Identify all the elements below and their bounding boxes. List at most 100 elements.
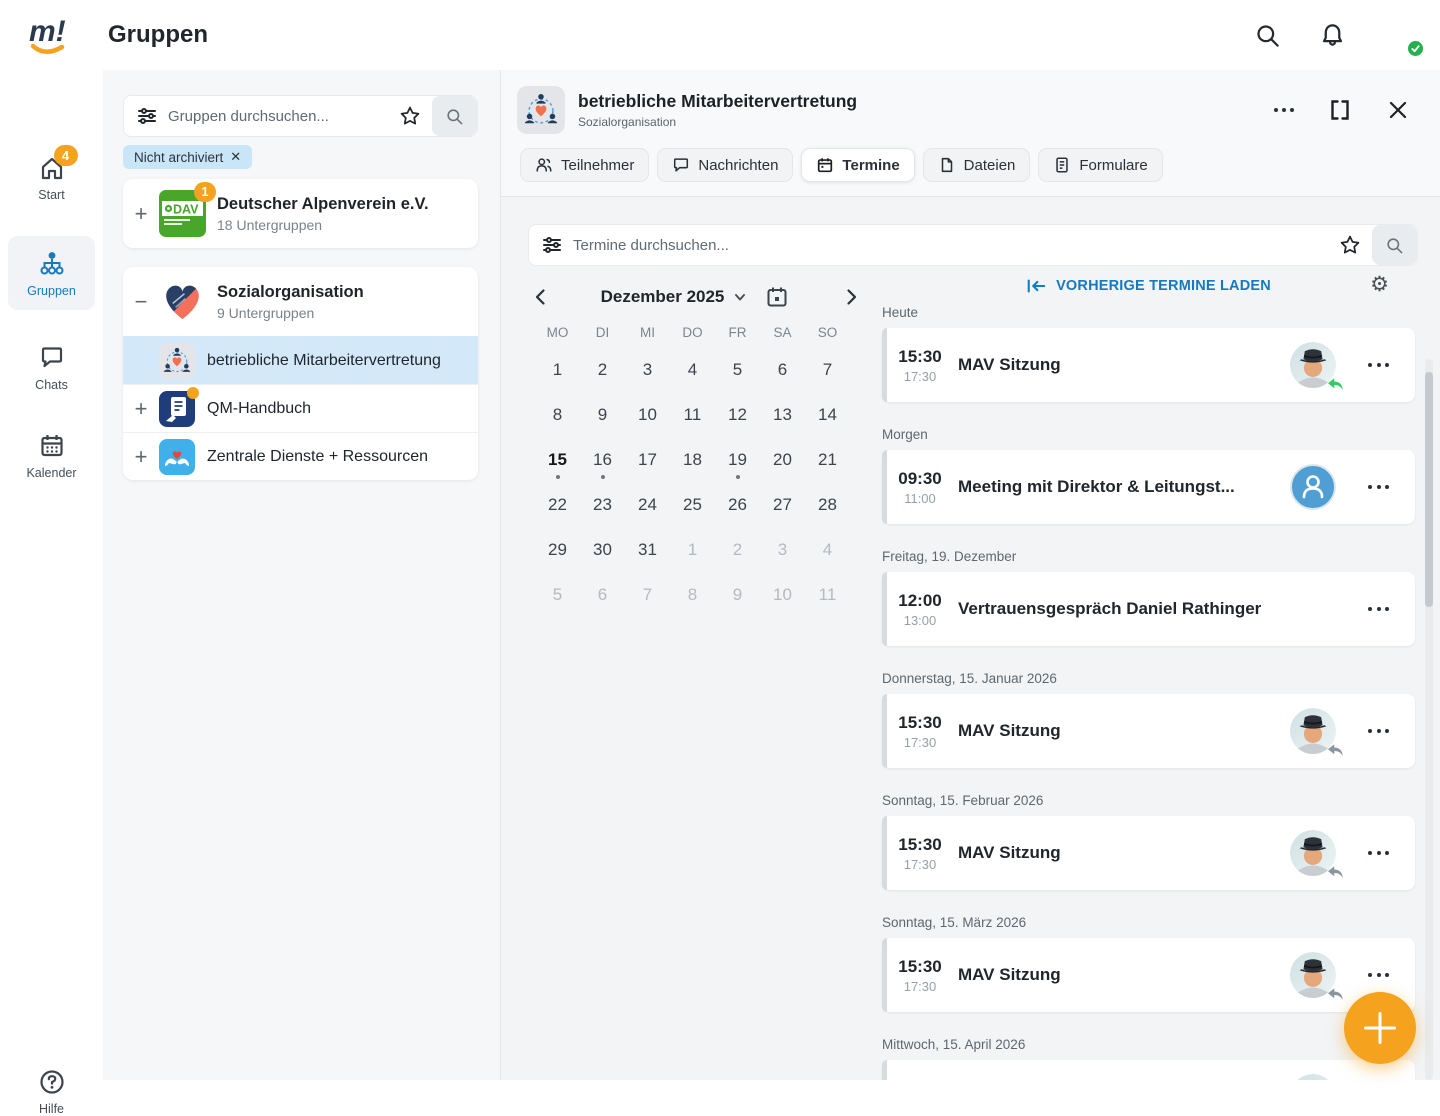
calendar-day[interactable]: 3 xyxy=(760,531,805,576)
calendar-day[interactable]: 10 xyxy=(625,396,670,441)
calendar-day[interactable]: 19 xyxy=(715,441,760,486)
calendar-day[interactable]: 11 xyxy=(670,396,715,441)
calendar-day[interactable]: 5 xyxy=(715,351,760,396)
groups-search-input[interactable] xyxy=(168,108,391,125)
calendar-day[interactable]: 14 xyxy=(805,396,850,441)
termine-search-input[interactable] xyxy=(573,237,1331,254)
add-appointment-fab[interactable] xyxy=(1344,992,1416,1064)
favorite-filter-button[interactable] xyxy=(1339,234,1361,256)
event-menu-button[interactable] xyxy=(1364,481,1393,493)
calendar-day[interactable]: 8 xyxy=(535,396,580,441)
calendar-day[interactable]: 12 xyxy=(715,396,760,441)
event-menu-button[interactable] xyxy=(1364,725,1393,737)
sidebar-item-start[interactable]: 4 Start xyxy=(0,154,103,202)
sidebar-item-gruppen[interactable]: Gruppen xyxy=(8,236,95,310)
calendar-day[interactable]: 6 xyxy=(760,351,805,396)
calendar-day[interactable]: 7 xyxy=(625,576,670,621)
calendar-month-selector[interactable]: Dezember 2025 xyxy=(601,287,748,307)
calendar-prev-button[interactable] xyxy=(528,284,554,310)
tab-dateien[interactable]: Dateien xyxy=(923,148,1031,182)
global-search-button[interactable] xyxy=(1250,18,1285,53)
detail-more-button[interactable] xyxy=(1270,104,1298,116)
subgroup-row-zentrale-dienste[interactable]: + Zentrale Dienste + Ressourcen xyxy=(123,432,478,480)
event-participant-avatar xyxy=(1290,1074,1336,1080)
event-card[interactable]: 15:30 17:30 MAV Sitzung xyxy=(882,938,1415,1012)
collapse-group-button[interactable]: − xyxy=(123,291,159,313)
calendar-day[interactable]: 5 xyxy=(535,576,580,621)
event-card[interactable]: 09:30 11:00 Meeting mit Direktor & Leitu… xyxy=(882,450,1415,524)
calendar-day[interactable]: 9 xyxy=(715,576,760,621)
group-card-dav[interactable]: + DAV 1 Deutscher Alpenverein e.V. 18 Un… xyxy=(123,179,478,248)
calendar-day[interactable]: 17 xyxy=(625,441,670,486)
termine-search-submit-button[interactable] xyxy=(1372,225,1417,265)
event-menu-button[interactable] xyxy=(1364,847,1393,859)
close-detail-button[interactable] xyxy=(1382,94,1414,126)
expand-subgroup-button[interactable]: + xyxy=(123,398,159,420)
user-avatar[interactable] xyxy=(1380,14,1422,56)
sidebar-item-chats[interactable]: Chats xyxy=(0,344,103,392)
calendar-day[interactable]: 29 xyxy=(535,531,580,576)
event-menu-button[interactable] xyxy=(1364,969,1393,981)
event-card[interactable] xyxy=(882,1060,1415,1080)
chip-close-icon[interactable]: ✕ xyxy=(230,149,241,165)
events-scrollbar[interactable] xyxy=(1425,359,1433,1080)
filter-sliders-icon[interactable] xyxy=(541,234,563,256)
sidebar-item-kalender[interactable]: Kalender xyxy=(0,432,103,480)
calendar-day[interactable]: 20 xyxy=(760,441,805,486)
event-menu-button[interactable] xyxy=(1364,359,1393,371)
events-settings-button[interactable]: ⚙ xyxy=(1370,274,1389,295)
expand-subgroup-button[interactable]: + xyxy=(123,446,159,468)
calendar-day[interactable]: 26 xyxy=(715,486,760,531)
calendar-day[interactable]: 11 xyxy=(805,576,850,621)
subgroup-row-qm-handbuch[interactable]: + QM-Handbuch xyxy=(123,384,478,432)
calendar-day[interactable]: 4 xyxy=(670,351,715,396)
event-card[interactable]: 12:00 13:00 Vertrauensgespräch Daniel Ra… xyxy=(882,572,1415,646)
calendar-day[interactable]: 8 xyxy=(670,576,715,621)
filter-sliders-icon[interactable] xyxy=(136,105,158,127)
favorite-filter-button[interactable] xyxy=(399,105,421,127)
calendar-day[interactable]: 25 xyxy=(670,486,715,531)
expand-fullscreen-button[interactable] xyxy=(1324,94,1356,126)
scrollbar-thumb[interactable] xyxy=(1425,372,1433,607)
tab-formulare[interactable]: Formulare xyxy=(1038,148,1162,182)
calendar-day[interactable]: 13 xyxy=(760,396,805,441)
tab-termine[interactable]: Termine xyxy=(801,148,914,182)
load-previous-appointments-button[interactable]: VORHERIGE TERMINE LADEN xyxy=(882,278,1415,294)
calendar-day[interactable]: 22 xyxy=(535,486,580,531)
calendar-day[interactable]: 9 xyxy=(580,396,625,441)
calendar-day[interactable]: 1 xyxy=(670,531,715,576)
calendar-day[interactable]: 6 xyxy=(580,576,625,621)
calendar-day[interactable]: 1 xyxy=(535,351,580,396)
filter-chip-not-archived[interactable]: Nicht archiviert ✕ xyxy=(123,145,252,169)
tab-teilnehmer[interactable]: Teilnehmer xyxy=(520,148,649,182)
calendar-day[interactable]: 10 xyxy=(760,576,805,621)
notifications-button[interactable] xyxy=(1315,18,1350,53)
calendar-day[interactable]: 16 xyxy=(580,441,625,486)
calendar-day[interactable]: 31 xyxy=(625,531,670,576)
tab-nachrichten[interactable]: Nachrichten xyxy=(657,148,793,182)
calendar-day[interactable]: 24 xyxy=(625,486,670,531)
calendar-day[interactable]: 2 xyxy=(580,351,625,396)
calendar-today-button[interactable] xyxy=(763,283,791,311)
calendar-day[interactable]: 3 xyxy=(625,351,670,396)
groups-search-submit-button[interactable] xyxy=(432,96,477,136)
calendar-day[interactable]: 27 xyxy=(760,486,805,531)
event-menu-button[interactable] xyxy=(1364,603,1393,615)
calendar-day[interactable]: 2 xyxy=(715,531,760,576)
event-card[interactable]: 15:30 17:30 MAV Sitzung xyxy=(882,694,1415,768)
calendar-day[interactable]: 7 xyxy=(805,351,850,396)
subgroup-row-mitarbeitervertretung[interactable]: betriebliche Mitarbeitervertretung xyxy=(123,336,478,384)
event-card[interactable]: 15:30 17:30 MAV Sitzung xyxy=(882,328,1415,402)
event-card[interactable]: 15:30 17:30 MAV Sitzung xyxy=(882,816,1415,890)
calendar-day[interactable]: 28 xyxy=(805,486,850,531)
calendar-day[interactable]: 15 xyxy=(535,441,580,486)
calendar-day[interactable]: 4 xyxy=(805,531,850,576)
calendar-day[interactable]: 23 xyxy=(580,486,625,531)
calendar-day[interactable]: 21 xyxy=(805,441,850,486)
expand-group-button[interactable]: + xyxy=(123,203,159,225)
sidebar-item-hilfe[interactable]: Hilfe xyxy=(0,1068,103,1116)
calendar-day[interactable]: 18 xyxy=(670,441,715,486)
calendar-next-button[interactable] xyxy=(838,284,864,310)
calendar-day[interactable]: 30 xyxy=(580,531,625,576)
group-row-sozialorganisation[interactable]: − Sozialorganisation 9 Untergruppen xyxy=(123,267,478,336)
